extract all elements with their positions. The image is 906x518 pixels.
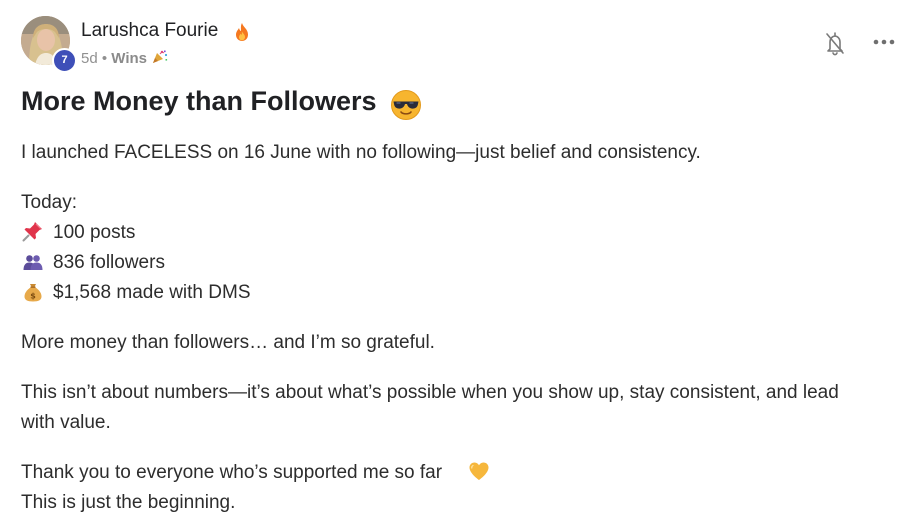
post-meta: 5d • Wins: [81, 50, 168, 67]
author-avatar-wrap[interactable]: 7: [21, 16, 77, 73]
community-post: 7 Larushca Fourie 5d • Wins More Money t…: [0, 0, 906, 518]
svg-text:$: $: [30, 292, 36, 301]
level-badge: 7: [52, 48, 77, 73]
today-label: Today:: [21, 192, 77, 213]
post-numbers-line-1: This isn’t about numbers—it’s about what…: [21, 382, 839, 403]
author-name[interactable]: Larushca Fourie: [81, 20, 218, 42]
more-options-icon[interactable]: [872, 35, 896, 49]
party-popper-icon: [153, 50, 168, 63]
people-icon: [23, 255, 43, 270]
stat-posts: 100 posts: [53, 222, 136, 243]
stat-earnings: $1,568 made with DMS: [53, 282, 251, 303]
post-intro: I launched FACELESS on 16 June with no f…: [21, 142, 701, 163]
post-time[interactable]: 5d: [81, 50, 98, 67]
pushpin-icon: [22, 222, 42, 242]
post-beginning: This is just the beginning.: [21, 492, 236, 513]
post-title: More Money than Followers: [21, 86, 377, 116]
post-numbers-line-2: with value.: [21, 412, 111, 433]
stat-followers: 836 followers: [53, 252, 165, 273]
money-bag-icon: $: [24, 284, 42, 302]
post-grateful: More money than followers… and I’m so gr…: [21, 332, 435, 353]
flame-icon: [236, 23, 248, 41]
post-thanks: Thank you to everyone who’s supported me…: [21, 462, 443, 483]
bell-off-icon[interactable]: [823, 30, 847, 56]
sunglasses-face-icon: [391, 90, 421, 120]
post-category[interactable]: Wins: [111, 50, 147, 67]
meta-separator: •: [101, 50, 108, 67]
yellow-heart-icon: [469, 462, 489, 480]
